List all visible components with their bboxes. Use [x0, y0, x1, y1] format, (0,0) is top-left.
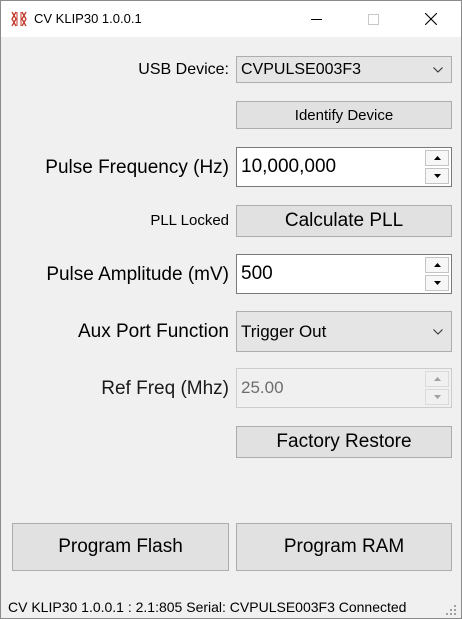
spin-up-icon — [433, 377, 441, 381]
close-icon — [425, 13, 437, 25]
factory-restore-button[interactable]: Factory Restore — [236, 426, 452, 458]
title-bar[interactable]: CV KLIP30 1.0.0.1 — [1, 1, 461, 37]
pulse-frequency-input[interactable]: 10,000,000 — [236, 147, 452, 187]
pll-status-label: PLL Locked — [150, 212, 229, 229]
maximize-icon — [367, 13, 379, 25]
ref-freq-input: 25.00 — [236, 368, 452, 408]
spin-down-icon — [433, 174, 441, 178]
calculate-pll-label: Calculate PLL — [284, 210, 404, 231]
pulse-amplitude-up-button[interactable] — [425, 257, 449, 273]
program-ram-label: Program RAM — [283, 536, 405, 557]
aux-port-label: Aux Port Function — [77, 321, 229, 342]
app-window: CV KLIP30 1.0.0.1 USB Device: CVPULSE003… — [0, 0, 462, 619]
program-flash-button[interactable]: Program Flash — [12, 523, 229, 571]
resize-grip-icon[interactable] — [446, 605, 457, 616]
minimize-button[interactable] — [293, 1, 339, 37]
spin-up-icon — [433, 156, 441, 160]
chevron-down-icon — [433, 328, 443, 335]
spin-up-icon — [433, 263, 441, 267]
ref-freq-down-button — [425, 389, 449, 405]
ref-freq-value: 25.00 — [241, 378, 284, 397]
pulse-frequency-up-button[interactable] — [425, 150, 449, 166]
window-title: CV KLIP30 1.0.0.1 — [34, 11, 142, 26]
app-icon — [11, 11, 27, 27]
aux-port-value: Trigger Out — [241, 321, 327, 341]
usb-device-label: USB Device: — [138, 61, 229, 78]
spin-down-icon — [433, 395, 441, 399]
aux-port-dropdown[interactable]: Trigger Out — [236, 311, 452, 352]
program-ram-button[interactable]: Program RAM — [236, 523, 452, 571]
spin-down-icon — [433, 281, 441, 285]
usb-device-value: CVPULSE003F3 — [241, 60, 362, 78]
identify-device-button[interactable]: Identify Device — [236, 101, 452, 129]
usb-device-dropdown[interactable]: CVPULSE003F3 — [236, 56, 452, 83]
pulse-frequency-down-button[interactable] — [425, 168, 449, 184]
identify-device-label: Identify Device — [294, 106, 394, 124]
program-flash-label: Program Flash — [58, 536, 183, 557]
chevron-down-icon — [433, 66, 443, 73]
status-bar-text: CV KLIP30 1.0.0.1 : 2.1:805 Serial: CVPU… — [8, 599, 407, 615]
pulse-amplitude-value: 500 — [241, 263, 273, 284]
pulse-amplitude-down-button[interactable] — [425, 275, 449, 291]
pulse-amplitude-label: Pulse Amplitude (mV) — [46, 264, 229, 285]
close-button[interactable] — [408, 1, 454, 37]
ref-freq-up-button — [425, 371, 449, 387]
minimize-icon — [310, 18, 322, 20]
factory-restore-label: Factory Restore — [276, 431, 412, 452]
pulse-amplitude-input[interactable]: 500 — [236, 254, 452, 294]
ref-freq-label: Ref Freq (Mhz) — [101, 378, 229, 399]
pulse-frequency-label: Pulse Frequency (Hz) — [45, 157, 229, 178]
maximize-button — [350, 1, 396, 37]
pulse-frequency-value: 10,000,000 — [241, 156, 337, 177]
calculate-pll-button[interactable]: Calculate PLL — [236, 205, 452, 237]
